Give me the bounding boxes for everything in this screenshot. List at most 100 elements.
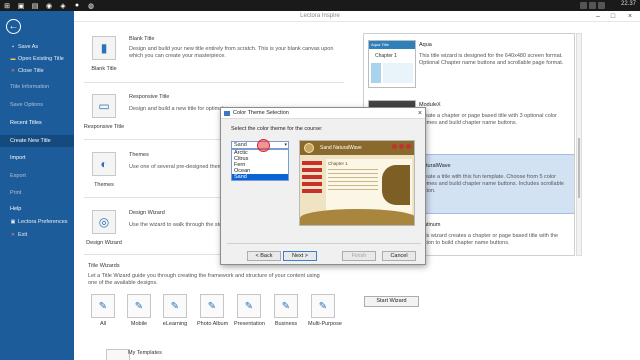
dialog-prompt: Select the color theme for the course: — [231, 126, 323, 132]
template-description: Design and build your new title entirely… — [129, 46, 334, 59]
wizard-presentation-icon: ✎ — [237, 294, 261, 318]
nav-label: Close Title — [18, 68, 44, 74]
nav-export[interactable]: Export — [0, 170, 74, 182]
taskbar-app-icon[interactable]: ▣ — [16, 1, 26, 10]
preview-description: Create a chapter or page based title wit… — [419, 113, 557, 126]
taskbar-app-icon[interactable]: ▤ — [30, 1, 40, 10]
taskbar-clock: 22.37 — [620, 1, 636, 7]
save-icon: ▪ — [12, 44, 14, 50]
next-button[interactable]: Next > — [283, 251, 317, 261]
close-window-button[interactable]: × — [624, 12, 636, 21]
my-templates-heading: My Templates — [128, 350, 162, 356]
preview-description: Create a title with this fun template. C… — [419, 174, 564, 194]
template-title: Blank Title — [129, 36, 155, 42]
template-label: Design Wizard — [86, 240, 122, 246]
wizard-business[interactable]: ✎ Business — [271, 294, 301, 327]
template-label: Responsive Title — [83, 124, 125, 130]
scrollbar-thumb[interactable] — [578, 138, 580, 198]
wizard-multi-purpose[interactable]: ✎ Multi-Purpose — [308, 294, 342, 327]
preview-name: Aqua — [419, 42, 432, 48]
color-theme-options: Arctic Citrus Fern Ocean Sand — [231, 149, 289, 181]
nav-save-options[interactable]: Save Options — [0, 99, 74, 111]
dialog-close-icon[interactable]: × — [418, 108, 422, 119]
back-button[interactable]: < Back — [247, 251, 281, 261]
nav-open-existing-title[interactable]: ▬ Open Existing Title — [0, 53, 74, 65]
nav-lectora-preferences[interactable]: ▣ Lectora Preferences — [0, 216, 74, 228]
title-wizards-description: Let a Title Wizard guide you through cre… — [88, 273, 320, 286]
wizard-label: Photo Album — [197, 321, 229, 327]
nav-label: Save As — [18, 44, 39, 50]
my-templates-icon[interactable] — [106, 349, 130, 360]
color-theme-dialog: Color Theme Selection × Select the color… — [220, 107, 426, 265]
wizard-label: Business — [274, 321, 298, 327]
nav-import[interactable]: Import — [0, 152, 74, 164]
design-wizard-icon: ◎ — [92, 210, 116, 234]
wizard-elearning-icon: ✎ — [163, 294, 187, 318]
cancel-button[interactable]: Cancel — [382, 251, 416, 261]
wizard-label: Multi-Purpose — [308, 321, 342, 327]
nav-create-new-title[interactable]: Create New Title — [0, 135, 74, 147]
nav-print[interactable]: Print — [0, 187, 74, 199]
taskbar-app-icon[interactable]: ◈ — [58, 1, 68, 10]
wizard-photo-album-icon: ✎ — [200, 294, 224, 318]
themes-palette-icon: ◐ — [92, 152, 116, 176]
nav-help[interactable]: Help — [0, 203, 74, 215]
wizard-photo-album[interactable]: ✎ Photo Album — [197, 294, 229, 327]
backstage-sidebar: ← ▪ Save As ▬ Open Existing Title ✕ Close T… — [0, 11, 74, 360]
preview-scrollbar[interactable] — [576, 33, 582, 256]
option-sand[interactable]: Sand — [232, 174, 288, 180]
template-label: Blank Title — [91, 66, 117, 72]
wizard-presentation[interactable]: ✎ Presentation — [234, 294, 265, 327]
taskbar-app-icon[interactable]: ● — [72, 1, 82, 10]
chevron-down-icon: ▾ — [284, 142, 287, 148]
thumb-chapter: Chapter 1 — [375, 53, 397, 59]
taskbar-app-icon[interactable]: ◍ — [86, 1, 96, 10]
title-wizards-heading: Title Wizards — [88, 263, 120, 269]
dialog-divider — [227, 243, 421, 244]
template-title: Responsive Title — [129, 94, 170, 100]
wizard-label: Presentation — [234, 321, 265, 327]
nav-exit[interactable]: ✕ Exit — [0, 229, 74, 241]
nav-label: Lectora Preferences — [18, 219, 68, 225]
windows-taskbar: ⊞ ▣ ▤ ◉ ◈ ● ◍ 22.37 — [0, 0, 640, 11]
finish-button[interactable]: Finish — [342, 251, 376, 261]
template-title: Themes — [129, 152, 149, 158]
theme-preview-image: Sand NaturalWave Chapter 1 — [299, 140, 415, 226]
wizard-mobile-icon: ✎ — [127, 294, 151, 318]
nav-label: Exit — [18, 232, 28, 238]
dialog-title: Color Theme Selection — [233, 110, 289, 116]
nav-save-as[interactable]: ▪ Save As — [0, 41, 74, 53]
wizard-mobile[interactable]: ✎ Mobile — [124, 294, 154, 327]
nav-close-title[interactable]: ✕ Close Title — [0, 65, 74, 77]
dialog-app-icon — [224, 111, 230, 116]
start-wizard-button[interactable]: Start Wizard — [364, 296, 419, 307]
preview-chapter-text: Chapter 1 — [328, 161, 348, 166]
back-arrow-icon[interactable]: ← — [6, 19, 21, 34]
folder-open-icon: ▬ — [10, 56, 16, 62]
wizard-business-icon: ✎ — [274, 294, 298, 318]
template-label: Themes — [94, 182, 114, 188]
wizard-all[interactable]: ✎ All — [88, 294, 118, 327]
select-value: Sand — [234, 142, 247, 148]
template-title: Design Wizard — [129, 210, 165, 216]
thumb-header: Aqua Title — [369, 41, 415, 49]
preview-aqua[interactable]: Aqua Title Chapter 1 Aqua This title wiz… — [364, 34, 574, 94]
preferences-icon: ▣ — [10, 219, 16, 225]
wizard-label: Mobile — [130, 321, 148, 327]
windows-start-icon[interactable]: ⊞ — [2, 1, 12, 10]
nav-title-information[interactable]: Title Information — [0, 81, 74, 93]
wizard-elearning[interactable]: ✎ eLearning — [160, 294, 190, 327]
minimize-button[interactable]: – — [592, 12, 604, 21]
maximize-button[interactable]: □ — [607, 12, 619, 21]
nav-recent-titles[interactable]: Recent Titles — [0, 117, 74, 129]
taskbar-app-icon[interactable]: ◉ — [44, 1, 54, 10]
preview-description: This wizard creates a chapter or page ba… — [419, 233, 559, 246]
mouse-cursor-highlight — [257, 139, 270, 152]
aqua-thumbnail: Aqua Title Chapter 1 — [368, 40, 416, 88]
system-tray — [580, 2, 610, 9]
wizard-all-icon: ✎ — [91, 294, 115, 318]
divider — [84, 82, 344, 83]
close-icon: ✕ — [10, 68, 16, 74]
app-title-bar: Lectora Inspire – □ × — [0, 11, 640, 22]
window-title: Lectora Inspire — [300, 13, 340, 19]
